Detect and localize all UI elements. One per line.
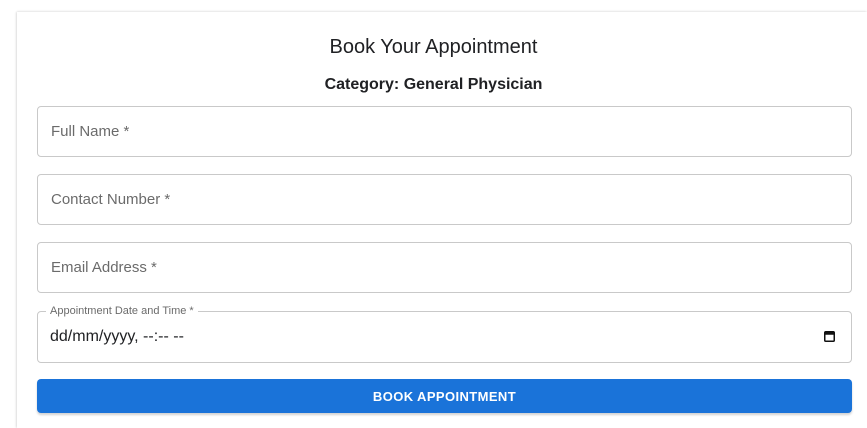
appointment-datetime-label: Appointment Date and Time * bbox=[46, 305, 198, 318]
calendar-icon[interactable] bbox=[824, 331, 835, 342]
full-name-field-container bbox=[37, 106, 852, 157]
page: Book Your Appointment Category: General … bbox=[0, 0, 867, 428]
book-appointment-button[interactable]: BOOK APPOINTMENT bbox=[37, 379, 852, 413]
email-field-container bbox=[37, 242, 852, 293]
contact-number-field-container bbox=[37, 174, 852, 225]
page-title: Book Your Appointment bbox=[329, 36, 538, 58]
appointment-datetime-input[interactable]: Appointment Date and Time * dd/mm/yyyy, … bbox=[37, 305, 852, 363]
appointment-datetime-value[interactable]: dd/mm/yyyy, --:-- -- bbox=[50, 327, 184, 347]
contact-number-input[interactable] bbox=[38, 175, 851, 224]
full-name-input[interactable] bbox=[38, 107, 851, 156]
category-label: Category: General Physician bbox=[324, 76, 543, 93]
email-input[interactable] bbox=[38, 243, 851, 292]
